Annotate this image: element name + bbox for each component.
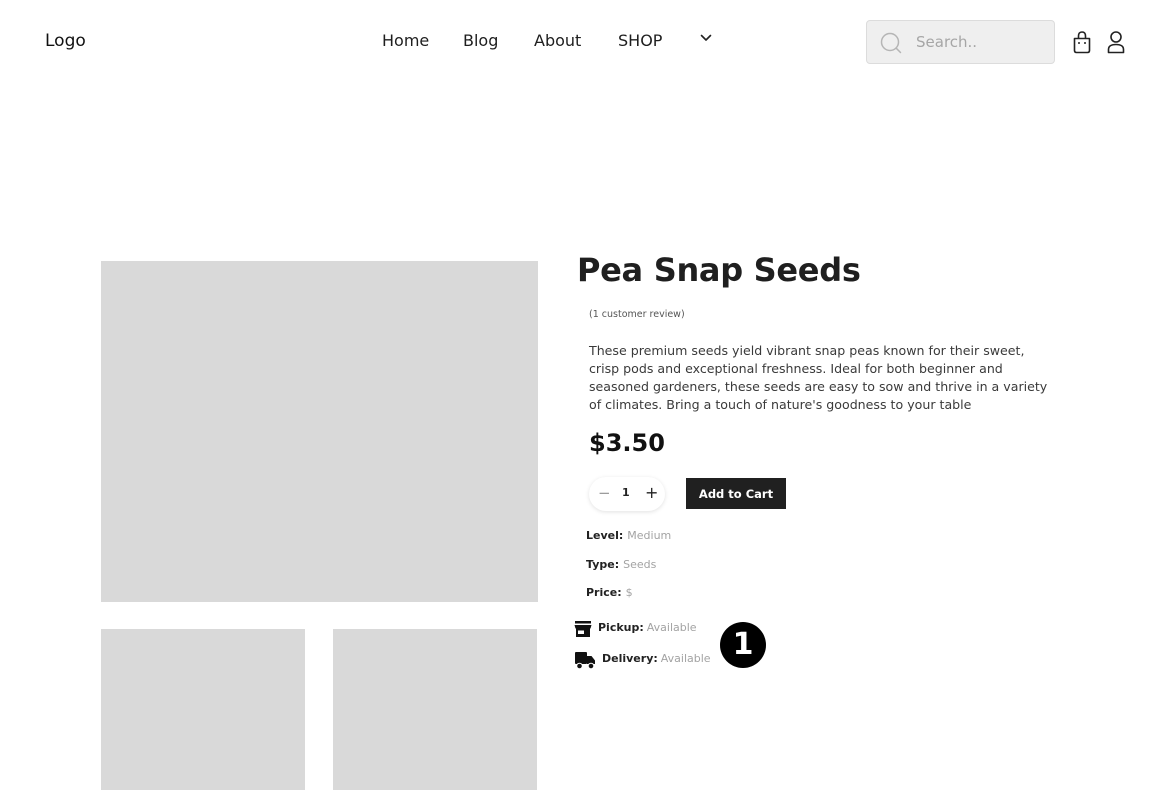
- nav-about[interactable]: About: [534, 31, 581, 50]
- attribute-value: $: [625, 586, 633, 599]
- attribute-price: Price: $: [586, 586, 633, 599]
- attribute-level: Level: Medium: [586, 529, 671, 542]
- nav-home[interactable]: Home: [382, 31, 429, 50]
- annotation-marker: 1: [720, 622, 766, 668]
- product-description: These premium seeds yield vibrant snap p…: [589, 343, 1048, 412]
- logo[interactable]: Logo: [45, 31, 86, 51]
- shopping-bag-icon[interactable]: [1071, 30, 1093, 54]
- minus-icon[interactable]: −: [598, 484, 611, 502]
- search-icon: [880, 32, 902, 54]
- truck-icon: [575, 652, 595, 670]
- quantity-stepper: − 1 +: [589, 477, 665, 511]
- user-icon[interactable]: [1106, 30, 1126, 54]
- plus-icon[interactable]: +: [645, 483, 658, 502]
- attribute-label: Level:: [586, 529, 624, 542]
- availability-value: Available: [660, 652, 711, 665]
- product-price: $3.50: [589, 429, 665, 457]
- attribute-label: Price:: [586, 586, 622, 599]
- review-count-link[interactable]: (1 customer review): [589, 309, 685, 320]
- availability-label: Pickup:: [598, 621, 644, 634]
- chevron-down-icon[interactable]: [700, 32, 712, 44]
- nav-shop[interactable]: SHOP: [618, 31, 662, 50]
- product-main-image: [101, 261, 538, 602]
- delivery-availability: Delivery: Available: [602, 652, 711, 665]
- pickup-availability: Pickup: Available: [598, 621, 697, 634]
- product-thumbnail[interactable]: [101, 629, 305, 790]
- search-box: [866, 20, 1055, 64]
- attribute-value: Seeds: [623, 558, 657, 571]
- product-thumbnail[interactable]: [333, 629, 537, 790]
- attribute-label: Type:: [586, 558, 620, 571]
- nav-blog[interactable]: Blog: [463, 31, 498, 50]
- add-to-cart-button[interactable]: Add to Cart: [686, 478, 786, 509]
- availability-value: Available: [646, 621, 697, 634]
- quantity-value[interactable]: 1: [622, 486, 630, 499]
- availability-label: Delivery:: [602, 652, 658, 665]
- attribute-value: Medium: [627, 529, 672, 542]
- search-input[interactable]: [916, 21, 1048, 63]
- product-title: Pea Snap Seeds: [577, 251, 861, 289]
- attribute-type: Type: Seeds: [586, 558, 656, 571]
- store-icon: [574, 621, 592, 637]
